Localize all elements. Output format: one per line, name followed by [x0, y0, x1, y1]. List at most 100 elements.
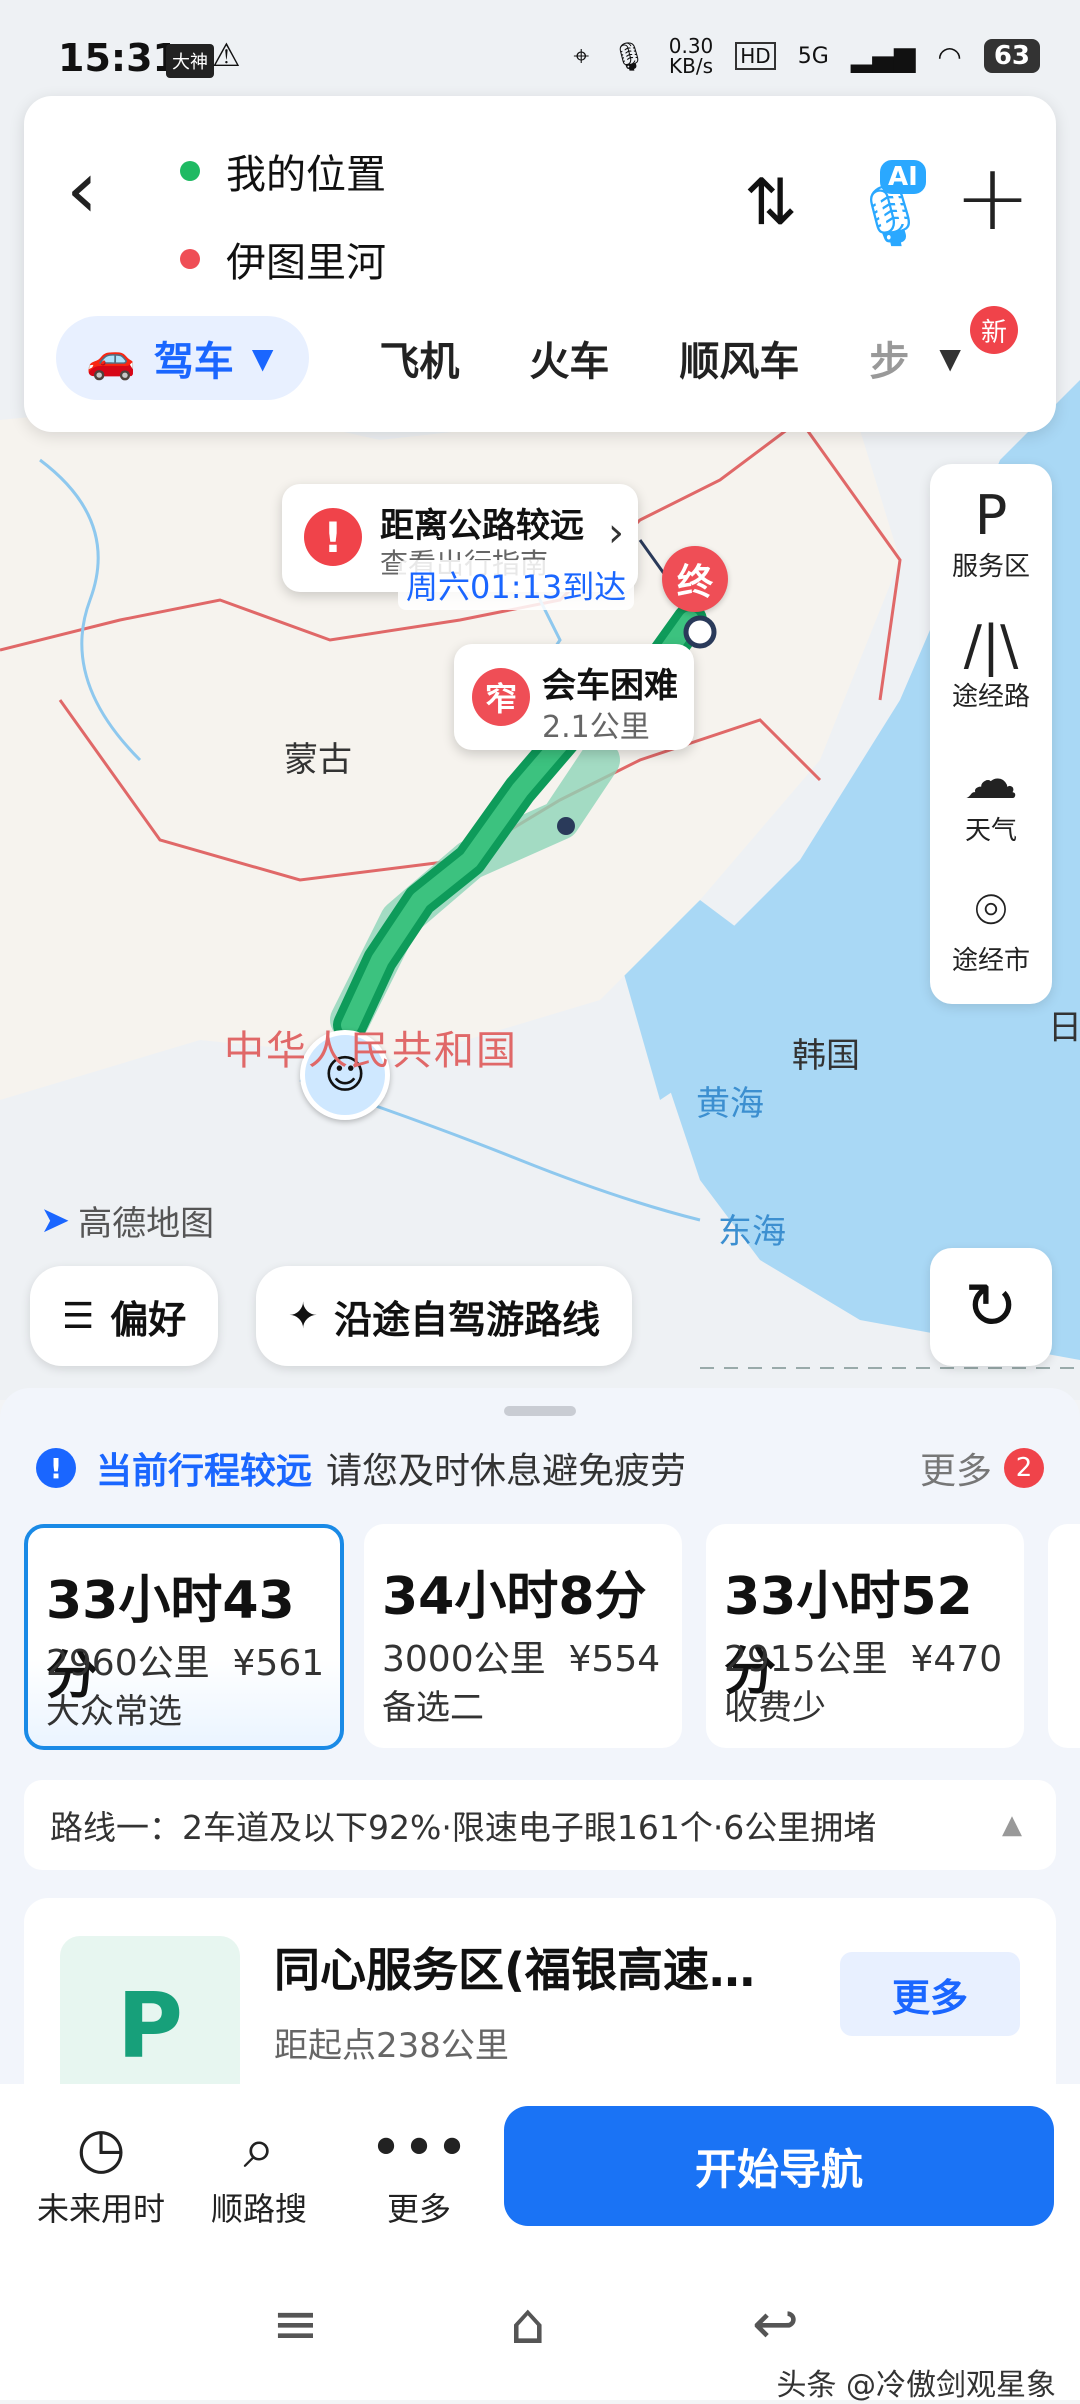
chevron-down-icon[interactable]: ▼ [939, 342, 961, 375]
menu-icon[interactable]: ≡ [272, 2292, 319, 2357]
ai-voice-button[interactable]: 🎙 AI [844, 160, 934, 251]
hd-badge: HD [735, 42, 776, 70]
wifi-icon: ◠ [937, 39, 962, 73]
new-badge: 新 [970, 306, 1018, 354]
tab-flight[interactable]: 飞机 [379, 329, 459, 387]
warning-triangle-icon: ⚠ [212, 36, 241, 74]
fatigue-notice[interactable]: ! 当前行程较远 请您及时休息避免疲劳 更多 2 [36, 1442, 1044, 1494]
location-icon: ⌖ [573, 39, 590, 72]
car-icon: 🚗 [86, 335, 136, 382]
city-pin-icon: ⌾ [974, 878, 1008, 941]
status-time: 15:31 [58, 36, 179, 80]
origin-dot-icon [180, 161, 200, 181]
preference-button[interactable]: ☰ 偏好 [30, 1266, 219, 1366]
home-icon[interactable]: ⌂ [510, 2292, 546, 2357]
warning-icon: ! [304, 508, 362, 566]
via-city-button[interactable]: ⌾ 途经市 [930, 880, 1052, 977]
search-along-button[interactable]: ⌕ 顺路搜 [184, 2114, 334, 2230]
more-button[interactable]: ••• 更多 [344, 2114, 494, 2230]
back-button[interactable]: ‹ [66, 150, 98, 230]
callout-title: 距离公路较远 [380, 506, 584, 546]
status-bar: 15:31 大神 ⚠ ⌖ 🎙 0.30 KB/s HD 5G ▂▄▆ ◠ 63 [0, 0, 1080, 110]
via-road-button[interactable]: /|\ 途经路 [930, 616, 1052, 713]
battery-indicator: 63 [983, 39, 1040, 73]
refresh-button[interactable]: ↻ [930, 1248, 1052, 1366]
status-badge: 大神 [166, 44, 214, 78]
callout-title: 会车困难 [542, 666, 678, 706]
add-waypoint-button[interactable]: + [954, 144, 1031, 251]
clock-icon: ◷ [76, 2116, 126, 2181]
amap-logo: ➤ 高德地图 [40, 1200, 215, 1244]
travel-mode-tabs: 🚗 驾车 ▼ 飞机 火车 顺风车 步 ▼ 新 [56, 306, 1036, 400]
more-dots-icon: ••• [369, 2116, 469, 2181]
label-korea: 韩国 [792, 1036, 860, 1076]
notice-text: 请您及时休息避免疲劳 [326, 1451, 687, 1492]
label-japan: 日 [1048, 1008, 1080, 1048]
back-nav-icon[interactable]: ↩ [752, 2292, 799, 2357]
route-results-sheet: ! 当前行程较远 请您及时休息避免疲劳 更多 2 33小时43分 2960公里 … [0, 1388, 1080, 2138]
route-tag: 收费少 [724, 1688, 826, 1728]
refresh-icon: ↻ [964, 1270, 1018, 1344]
parking-cup-icon: P [974, 484, 1008, 547]
tab-carpool[interactable]: 顺风车 [679, 329, 799, 387]
route-distance-cost: 2915公里 ¥470 [724, 1639, 1003, 1680]
route-tag: 备选二 [382, 1688, 484, 1728]
route-summary-bar[interactable]: 路线一：2车道及以下92%·限速电子眼161个·6公里拥堵 ▲ [24, 1780, 1056, 1870]
poi-more-button[interactable]: 更多 [840, 1952, 1020, 2036]
swap-icon[interactable]: ⇅ [744, 166, 798, 240]
cloud-icon: ☁ [964, 748, 1018, 811]
amap-logo-icon: ➤ [40, 1200, 71, 1241]
signal-icon: ▂▄▆ [850, 39, 916, 73]
route-distance-cost: 2960公里 ¥561 [46, 1643, 325, 1684]
scenic-route-button[interactable]: ✦ 沿途自驾游路线 [256, 1266, 633, 1366]
network-type: 5G [797, 43, 829, 69]
drag-handle[interactable] [504, 1406, 576, 1416]
narrow-road-callout[interactable]: 窄 会车困难 2.1公里 [454, 644, 694, 750]
label-yellow-sea: 黄海 [696, 1084, 764, 1124]
info-icon: ! [36, 1448, 76, 1488]
route-option-1[interactable]: 33小时43分 2960公里 ¥561 大众常选 [24, 1524, 344, 1750]
route-option-peek[interactable] [1048, 1524, 1080, 1748]
ai-badge: AI [880, 160, 926, 194]
chevron-right-icon: › [608, 510, 624, 556]
network-speed: 0.30 KB/s [668, 34, 714, 78]
caret-down-icon: ▼ [251, 341, 274, 375]
sliders-icon: ☰ [62, 1295, 95, 1337]
route-tag: 大众常选 [46, 1692, 182, 1732]
tab-train[interactable]: 火车 [529, 329, 609, 387]
route-duration: 34小时8分 [382, 1567, 647, 1627]
route-header-card: ‹ 我的位置 伊图里河 ⇅ 🎙 AI + 🚗 驾车 ▼ 飞机 火车 顺风车 步 … [24, 96, 1056, 432]
label-china: 中华人民共和国 [224, 1028, 518, 1074]
route-distance-cost: 3000公里 ¥554 [382, 1639, 661, 1680]
label-mongolia: 蒙古 [284, 740, 352, 780]
watermark: 头条 @冷傲剑观星象 [776, 2368, 1056, 2403]
notice-count-badge: 2 [1004, 1448, 1044, 1488]
notice-more-link[interactable]: 更多 2 [920, 1442, 1044, 1494]
weather-button[interactable]: ☁ 天气 [930, 750, 1052, 847]
status-icons: ⌖ 🎙 0.30 KB/s HD 5G ▂▄▆ ◠ 63 [573, 36, 1040, 76]
road-icon: /|\ [963, 614, 1019, 677]
route-option-3[interactable]: 33小时52分 2915公里 ¥470 收费少 [706, 1524, 1024, 1748]
chevron-up-icon: ▲ [1002, 1810, 1022, 1840]
sparkle-icon: ✦ [288, 1295, 319, 1337]
route-option-2[interactable]: 34小时8分 3000公里 ¥554 备选二 [364, 1524, 682, 1748]
poi-distance: 距起点238公里 [274, 2026, 509, 2066]
start-navigation-button[interactable]: 开始导航 [504, 2106, 1054, 2226]
bottom-action-bar: ◷ 未来用时 ⌕ 顺路搜 ••• 更多 开始导航 [0, 2084, 1080, 2264]
tab-drive[interactable]: 🚗 驾车 ▼ [56, 316, 310, 400]
map-side-panel: P 服务区 /|\ 途经路 ☁ 天气 ⌾ 途经市 [930, 464, 1052, 1004]
callout-subtitle: 2.1公里 [542, 710, 650, 745]
notice-title: 当前行程较远 [96, 1451, 313, 1492]
tab-walk[interactable]: 步 [869, 329, 909, 387]
future-time-button[interactable]: ◷ 未来用时 [26, 2114, 176, 2230]
service-area-button[interactable]: P 服务区 [930, 486, 1052, 583]
origin-field[interactable]: 我的位置 [180, 142, 386, 200]
destination-field[interactable]: 伊图里河 [180, 230, 386, 288]
poi-title: 同心服务区(福银高速… [274, 1943, 756, 1997]
narrow-badge: 窄 [472, 668, 530, 726]
label-east-sea: 东海 [718, 1212, 786, 1252]
mic-icon: 🎙 [611, 39, 647, 73]
eta-label: 周六01:13到达 [398, 560, 635, 610]
end-marker[interactable]: 终 [662, 546, 728, 612]
search-icon: ⌕ [243, 2116, 275, 2181]
